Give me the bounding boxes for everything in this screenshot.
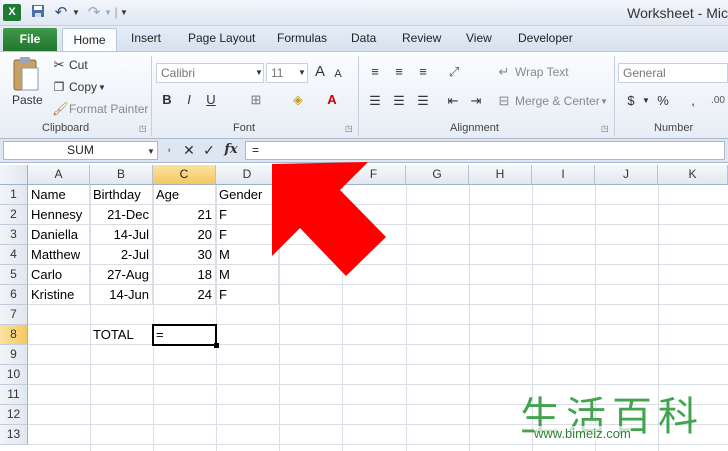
watermark-url: www.bimeiz.com <box>534 426 631 441</box>
watermark: 生活百科 www.bimeiz.com <box>520 384 728 446</box>
